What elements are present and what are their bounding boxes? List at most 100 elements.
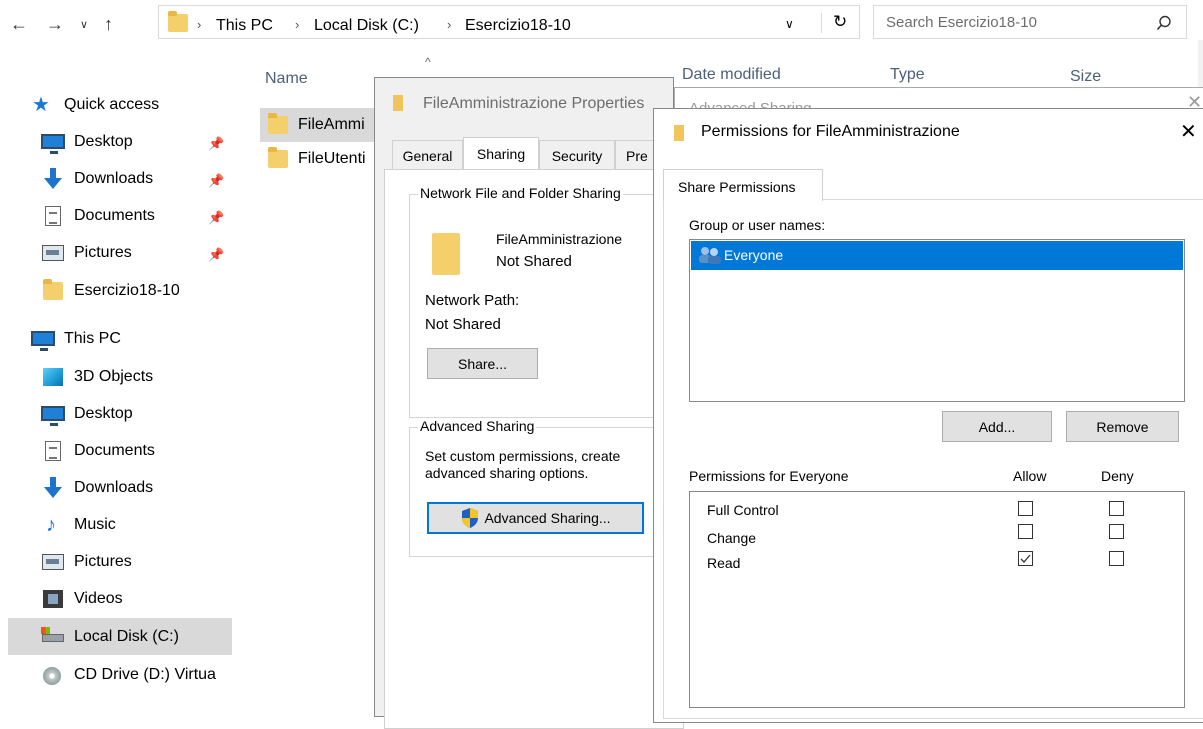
user-name: Everyone: [724, 247, 784, 263]
breadcrumb-this-pc[interactable]: This PC: [216, 17, 273, 35]
folder-icon: [40, 279, 66, 302]
tab-share-permissions[interactable]: Share Permissions: [663, 169, 823, 201]
sidebar-item-downloads[interactable]: Downloads: [40, 164, 153, 194]
sidebar-item-label: Desktop: [74, 133, 133, 150]
group-label: Group or user names:: [689, 217, 826, 233]
add-button[interactable]: Add...: [942, 411, 1052, 442]
sidebar-item-label: Documents: [74, 207, 155, 224]
file-row[interactable]: FileAmmi: [260, 108, 382, 142]
pin-icon[interactable]: 📌: [208, 136, 224, 152]
folder-icon: [165, 11, 188, 32]
column-header-name[interactable]: Name: [265, 70, 308, 88]
permission-name: Change: [707, 530, 757, 546]
sidebar-item-pictures[interactable]: Pictures: [40, 238, 132, 268]
sidebar-item-music[interactable]: ♪ Music: [40, 510, 116, 540]
deny-checkbox[interactable]: [1109, 524, 1124, 539]
tab-sharing[interactable]: Sharing: [463, 137, 539, 170]
sidebar-item-label: Esercizio18-10: [74, 282, 180, 299]
sidebar-item-label: Music: [74, 516, 116, 533]
tab-general[interactable]: General: [392, 140, 463, 170]
advanced-description: advanced sharing options.: [425, 465, 589, 481]
share-button[interactable]: Share...: [427, 348, 538, 379]
recent-locations-chevron-icon[interactable]: ∨: [80, 18, 88, 31]
allow-checkbox[interactable]: [1018, 551, 1033, 566]
forward-arrow-icon[interactable]: →: [46, 14, 64, 35]
tab-security[interactable]: Security: [539, 140, 615, 170]
drive-icon: [40, 626, 66, 648]
sidebar-item-label: 3D Objects: [74, 368, 154, 385]
permissions-list: Full Control Change Read: [689, 491, 1185, 708]
documents-icon: [40, 440, 66, 462]
sidebar-item-desktop[interactable]: Desktop: [40, 127, 133, 157]
folder-icon: [268, 113, 288, 134]
breadcrumb-separator-icon[interactable]: ›: [447, 17, 451, 32]
sharing-tab-panel: Network File and Folder Sharing FileAmmi…: [384, 169, 689, 729]
sidebar-item-documents[interactable]: Documents: [40, 201, 155, 231]
search-icon[interactable]: [1156, 15, 1172, 31]
search-box[interactable]: Search Esercizio18-10: [873, 5, 1187, 39]
column-header-date[interactable]: Date modified: [682, 66, 781, 84]
sidebar-item-quick-access[interactable]: ★ Quick access: [30, 90, 159, 120]
sidebar-item-local-disk[interactable]: Local Disk (C:): [40, 622, 179, 652]
sidebar-item-documents-pc[interactable]: Documents: [40, 436, 155, 466]
pin-icon[interactable]: 📌: [208, 173, 224, 189]
sidebar-item-pictures-pc[interactable]: Pictures: [40, 547, 132, 577]
breadcrumb-separator-icon[interactable]: ›: [295, 17, 299, 32]
breadcrumb-local-disk[interactable]: Local Disk (C:): [314, 17, 419, 35]
sidebar-item-label: CD Drive (D:) Virtua: [74, 666, 216, 683]
allow-checkbox[interactable]: [1018, 524, 1033, 539]
permission-row: Read: [690, 551, 1184, 579]
dialog-title: Permissions for FileAmministrazione: [701, 123, 960, 140]
sidebar-item-3d-objects[interactable]: 3D Objects: [40, 362, 153, 392]
sidebar-item-label: Downloads: [74, 170, 154, 187]
back-arrow-icon[interactable]: ←: [10, 14, 28, 35]
deny-checkbox[interactable]: [1109, 551, 1124, 566]
remove-button[interactable]: Remove: [1066, 411, 1179, 442]
pin-icon[interactable]: 📌: [208, 247, 224, 263]
file-row[interactable]: FileUtenti: [260, 142, 382, 176]
folder-icon: [674, 125, 684, 141]
address-bar[interactable]: › This PC › Local Disk (C:) › Esercizio1…: [158, 5, 860, 39]
advanced-sharing-button[interactable]: Advanced Sharing...: [427, 502, 644, 534]
folder-name: FileAmministrazione: [496, 231, 623, 247]
sidebar-item-label: Downloads: [74, 479, 154, 496]
refresh-icon[interactable]: ↻: [833, 12, 847, 32]
sidebar-item-label: Pictures: [74, 244, 132, 261]
group-title: Advanced Sharing: [418, 418, 537, 434]
network-path-label: Network Path:: [425, 292, 520, 309]
group-title: Network File and Folder Sharing: [418, 185, 623, 201]
search-placeholder[interactable]: Search Esercizio18-10: [886, 14, 1037, 31]
address-dropdown-chevron-icon[interactable]: ∨: [785, 17, 794, 31]
sidebar-item-label: Quick access: [64, 96, 160, 113]
column-header-type[interactable]: Type: [890, 66, 925, 84]
sidebar-item-cd-drive[interactable]: CD Drive (D:) Virtua: [40, 660, 216, 690]
permission-name: Read: [707, 555, 741, 571]
up-arrow-icon[interactable]: ↑: [104, 14, 113, 35]
sidebar-item-this-pc[interactable]: This PC: [30, 324, 121, 354]
column-header-size[interactable]: Size: [1070, 68, 1101, 86]
pin-icon[interactable]: 📌: [208, 210, 224, 226]
share-permissions-panel: Group or user names: Everyone Add... Rem…: [663, 199, 1203, 719]
close-icon[interactable]: ✕: [1180, 119, 1197, 144]
breadcrumb-current-folder[interactable]: Esercizio18-10: [465, 17, 571, 35]
sidebar-item-downloads-pc[interactable]: Downloads: [40, 473, 153, 503]
share-status: Not Shared: [496, 253, 572, 270]
allow-checkbox[interactable]: [1018, 501, 1033, 516]
sidebar-item-desktop-pc[interactable]: Desktop: [40, 399, 133, 429]
permission-row: Change: [690, 524, 1184, 551]
star-icon: ★: [32, 94, 50, 116]
sidebar-item-label: This PC: [64, 330, 121, 347]
sidebar-item-label: Videos: [74, 590, 123, 607]
list-item[interactable]: Everyone: [691, 241, 1183, 270]
documents-icon: [40, 205, 66, 227]
breadcrumb-separator-icon[interactable]: ›: [197, 17, 201, 32]
sidebar-item-esercizio[interactable]: Esercizio18-10: [40, 276, 180, 306]
user-list[interactable]: Everyone: [689, 239, 1185, 402]
deny-checkbox[interactable]: [1109, 501, 1124, 516]
sidebar-item-label: Pictures: [74, 553, 132, 570]
permission-row: Full Control: [690, 499, 1184, 523]
folder-icon: [268, 147, 288, 168]
sidebar-item-videos[interactable]: Videos: [40, 584, 123, 614]
deny-column-header: Deny: [1101, 468, 1134, 484]
network-path-value: Not Shared: [425, 316, 501, 333]
